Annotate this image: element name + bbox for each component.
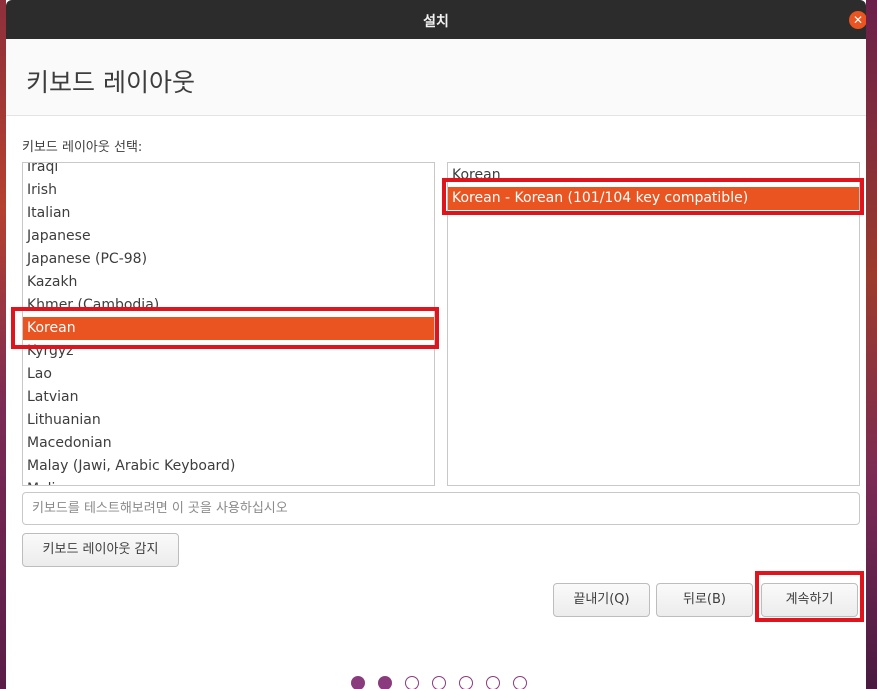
layout-item[interactable]: Iraqi — [23, 163, 434, 179]
layout-item[interactable]: Latvian — [23, 386, 434, 409]
progress-dot-pending — [459, 676, 473, 689]
progress-dot-pending — [513, 676, 527, 689]
desktop-background-right — [866, 0, 877, 689]
variant-list[interactable]: Korean Korean - Korean (101/104 key comp… — [447, 162, 860, 486]
quit-button[interactable]: 끝내기(Q) — [553, 583, 650, 617]
layout-item[interactable]: Khmer (Cambodia) — [23, 294, 434, 317]
page-header: 키보드 레이아웃 — [6, 39, 866, 116]
close-icon[interactable]: ✕ — [849, 11, 866, 29]
layout-item[interactable]: Japanese — [23, 225, 434, 248]
variant-item[interactable]: Korean — [448, 164, 859, 187]
layout-list[interactable]: Iraqi Irish Italian Japanese Japanese (P… — [22, 162, 435, 486]
variant-item-selected[interactable]: Korean - Korean (101/104 key compatible) — [448, 187, 859, 210]
layout-item[interactable]: Macedonian — [23, 432, 434, 455]
layout-item[interactable]: Lithuanian — [23, 409, 434, 432]
layout-item[interactable]: Mali — [23, 478, 434, 485]
progress-dots — [351, 676, 541, 689]
layout-item[interactable]: Japanese (PC-98) — [23, 248, 434, 271]
layout-item[interactable]: Malay (Jawi, Arabic Keyboard) — [23, 455, 434, 478]
progress-dot-pending — [432, 676, 446, 689]
window-title: 설치 — [423, 14, 449, 30]
installer-window: 설치 ✕ 키보드 레이아웃 키보드 레이아웃 선택: Iraqi Irish I… — [6, 0, 866, 689]
layout-item[interactable]: Kazakh — [23, 271, 434, 294]
continue-button[interactable]: 계속하기 — [761, 583, 858, 617]
layout-item-selected[interactable]: Korean — [23, 317, 434, 340]
titlebar: 설치 ✕ — [6, 0, 866, 39]
progress-dot-complete — [351, 676, 365, 689]
layout-list-label: 키보드 레이아웃 선택: — [22, 140, 143, 155]
detect-layout-button[interactable]: 키보드 레이아웃 감지 — [22, 533, 179, 567]
progress-dot-pending — [405, 676, 419, 689]
layout-item[interactable]: Kyrgyz — [23, 340, 434, 363]
layout-item[interactable]: Lao — [23, 363, 434, 386]
progress-dot-complete — [378, 676, 392, 689]
layout-item[interactable]: Irish — [23, 179, 434, 202]
back-button[interactable]: 뒤로(B) — [656, 583, 753, 617]
page-title: 키보드 레이아웃 — [26, 68, 195, 97]
keyboard-test-input[interactable] — [22, 492, 860, 525]
progress-dot-pending — [486, 676, 500, 689]
layout-item[interactable]: Italian — [23, 202, 434, 225]
